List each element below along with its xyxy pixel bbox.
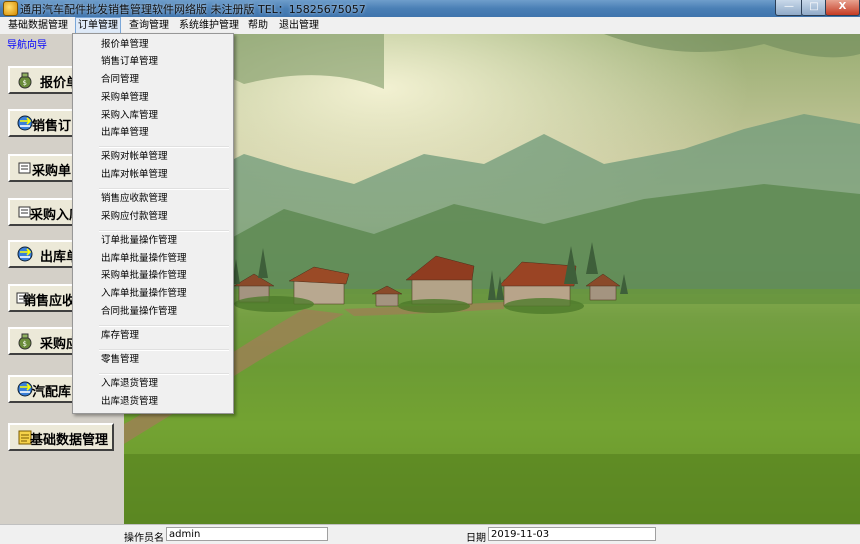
menu-order-management[interactable]: 订单管理 — [75, 17, 121, 34]
menu-separator — [99, 188, 229, 190]
close-button[interactable]: X — [825, 0, 860, 16]
menu-item-outbound-batch[interactable]: 出库单批量操作管理 — [101, 252, 187, 266]
transfer-icon — [17, 246, 33, 262]
moneybag-icon: $ — [18, 333, 32, 350]
menu-item-quote[interactable]: 报价单管理 — [101, 38, 149, 52]
svg-text:$: $ — [23, 79, 27, 87]
menu-item-purchase-inbound[interactable]: 采购入库管理 — [101, 109, 158, 123]
menu-item-outbound-reconciliation[interactable]: 出库对帐单管理 — [101, 168, 168, 182]
menu-item-purchase-reconciliation[interactable]: 采购对帐单管理 — [101, 150, 168, 164]
nav-button-basic-data[interactable]: 基础数据管理 — [8, 423, 114, 451]
menu-query-management[interactable]: 查询管理 — [127, 18, 171, 33]
menu-help[interactable]: 帮助 — [246, 18, 270, 33]
nav-button-label: 基础数据管理 — [30, 433, 109, 448]
menu-item-retail[interactable]: 零售管理 — [101, 353, 139, 367]
menu-item-purchase-batch[interactable]: 采购单批量操作管理 — [101, 269, 187, 283]
menu-item-inventory[interactable]: 库存管理 — [101, 329, 139, 343]
landscape-image — [124, 34, 860, 524]
menu-item-inbound-batch[interactable]: 入库单批量操作管理 — [101, 287, 187, 301]
menu-item-sales-order[interactable]: 销售订单管理 — [101, 55, 158, 69]
menu-gutter — [73, 34, 97, 413]
nav-title[interactable]: 导航向导 — [7, 36, 47, 51]
menu-separator — [99, 146, 229, 148]
moneybag-icon: $ — [18, 72, 32, 89]
app-icon — [3, 1, 18, 16]
nav-button-label: 销售订 — [32, 119, 72, 134]
nav-button-label: 采购单 — [32, 164, 72, 179]
operator-value: admin — [166, 527, 328, 541]
menu-separator — [99, 349, 229, 351]
title-bar: 通用汽车配件批发销售管理软件网络版 未注册版 TEL：15825675057 —… — [0, 0, 860, 17]
menu-exit[interactable]: 退出管理 — [277, 18, 321, 33]
menu-separator — [99, 373, 229, 375]
menu-separator — [99, 230, 229, 232]
maximize-button[interactable]: □ — [801, 0, 827, 16]
menu-item-contract-batch[interactable]: 合同批量操作管理 — [101, 305, 177, 319]
operator-label: 操作员名 — [124, 533, 164, 544]
date-value: 2019-11-03 — [488, 527, 656, 541]
background-landscape — [124, 34, 860, 524]
window-title: 通用汽车配件批发销售管理软件网络版 未注册版 TEL：15825675057 — [20, 3, 366, 16]
order-management-dropdown: 报价单管理 销售订单管理 合同管理 采购单管理 采购入库管理 出库单管理 采购对… — [72, 33, 234, 414]
svg-text:$: $ — [23, 340, 27, 348]
status-bar: 操作员名 admin 日期 2019-11-03 — [0, 524, 860, 544]
nav-button-label: 销售应收 — [23, 294, 76, 309]
menu-item-purchase-order[interactable]: 采购单管理 — [101, 91, 149, 105]
menu-basic-data[interactable]: 基础数据管理 — [6, 18, 70, 33]
menu-item-outbound[interactable]: 出库单管理 — [101, 126, 149, 140]
menu-item-sales-receivable[interactable]: 销售应收款管理 — [101, 192, 168, 206]
menu-item-contract[interactable]: 合同管理 — [101, 73, 139, 87]
menu-separator — [99, 325, 229, 327]
menu-item-purchase-payable[interactable]: 采购应付款管理 — [101, 210, 168, 224]
minimize-button[interactable]: — — [775, 0, 803, 16]
date-label: 日期 — [466, 533, 486, 544]
menu-item-outbound-return[interactable]: 出库退货管理 — [101, 395, 158, 409]
menu-item-order-batch[interactable]: 订单批量操作管理 — [101, 234, 177, 248]
menu-system-maintenance[interactable]: 系统维护管理 — [177, 18, 241, 33]
menu-item-inbound-return[interactable]: 入库退货管理 — [101, 377, 158, 391]
nav-button-label: 汽配库 — [32, 385, 72, 400]
